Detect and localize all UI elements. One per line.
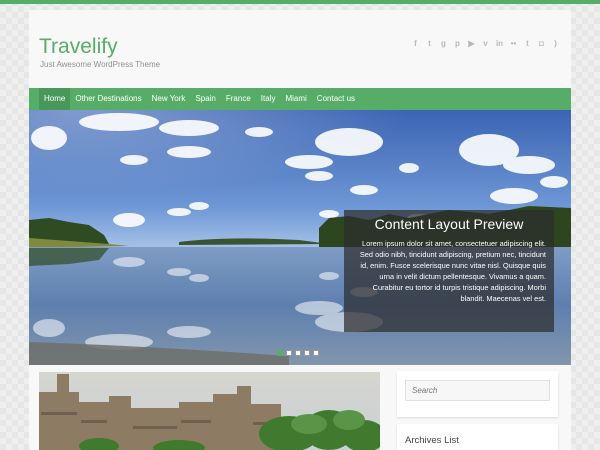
page-wrapper: Travelify Just Awesome WordPress Theme f…	[29, 10, 571, 450]
vimeo-icon[interactable]: v	[480, 38, 491, 49]
slider-dot[interactable]	[277, 350, 283, 356]
tumblr-icon[interactable]: t	[522, 38, 533, 49]
nav-item-italy[interactable]: Italy	[256, 88, 281, 110]
slider-caption: Content Layout Preview Lorem ipsum dolor…	[344, 210, 554, 332]
archives-widget: Archives List	[397, 424, 558, 450]
nav-item-contact-us[interactable]: Contact us	[312, 88, 360, 110]
facebook-icon[interactable]: f	[410, 38, 421, 49]
top-accent-strip	[0, 0, 600, 4]
nav-item-new-york[interactable]: New York	[147, 88, 191, 110]
slider-dot[interactable]	[313, 350, 319, 356]
main-navigation: Home Other Destinations New York Spain Franc…	[29, 88, 571, 110]
nav-item-other-destinations[interactable]: Other Destinations	[70, 88, 146, 110]
nav-item-france[interactable]: France	[221, 88, 256, 110]
featured-slider: Content Layout Preview Lorem ipsum dolor…	[29, 110, 571, 365]
twitter-icon[interactable]: t	[424, 38, 435, 49]
nav-item-miami[interactable]: Miami	[280, 88, 311, 110]
slider-caption-title[interactable]: Content Layout Preview	[352, 216, 546, 232]
post-featured-image[interactable]	[39, 372, 380, 450]
slider-dot[interactable]	[286, 350, 292, 356]
instagram-icon[interactable]: ◘	[536, 38, 547, 49]
nav-item-spain[interactable]: Spain	[190, 88, 220, 110]
youtube-icon[interactable]: ▶	[466, 38, 477, 49]
search-widget	[397, 371, 558, 417]
slider-dot[interactable]	[304, 350, 310, 356]
slider-dot[interactable]	[295, 350, 301, 356]
site-title[interactable]: Travelify	[39, 35, 118, 59]
slider-pagination	[277, 350, 319, 356]
pinterest-icon[interactable]: p	[452, 38, 463, 49]
google-plus-icon[interactable]: g	[438, 38, 449, 49]
slider-caption-text: Lorem ipsum dolor sit amet, consectetuer…	[359, 239, 546, 303]
nav-item-home[interactable]: Home	[39, 88, 71, 110]
search-input[interactable]	[405, 380, 550, 401]
social-icons: f t g p ▶ v in •• t ◘)	[410, 38, 561, 49]
archives-title: Archives List	[405, 435, 459, 446]
city-image	[39, 372, 380, 450]
site-header: Travelify Just Awesome WordPress Theme f…	[29, 10, 571, 88]
flickr-icon[interactable]: ••	[508, 38, 519, 49]
site-tagline: Just Awesome WordPress Theme	[40, 60, 161, 69]
rss-icon[interactable]: )	[550, 38, 561, 49]
linkedin-icon[interactable]: in	[494, 38, 505, 49]
